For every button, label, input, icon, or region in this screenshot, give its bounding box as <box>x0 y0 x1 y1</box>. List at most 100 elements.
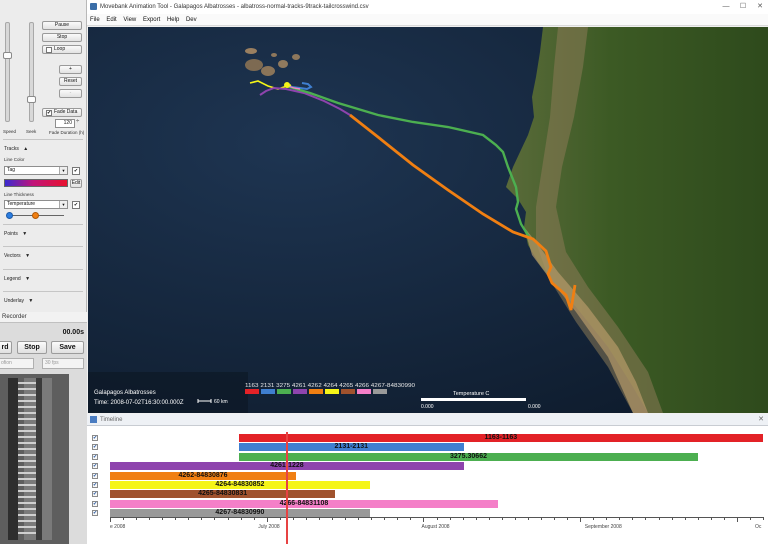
timeline-axis-label: July 2008 <box>258 524 280 530</box>
timeline-tick <box>149 517 151 520</box>
satellite-map[interactable]: Galapagos Albatrosses Time: 2008-07-02T1… <box>88 27 768 413</box>
speed-slider-track[interactable] <box>5 22 10 122</box>
legend-section-header[interactable]: Legend ▼ <box>4 276 30 282</box>
fade-data-checkbox[interactable]: ✔ <box>46 110 52 116</box>
seek-label: Seek <box>26 129 37 134</box>
menu-edit[interactable]: Edit <box>106 17 116 23</box>
loop-toggle[interactable]: Loop <box>42 45 82 54</box>
preview-tooth <box>18 478 36 480</box>
timeline-icon <box>90 415 97 423</box>
preview-tooth <box>18 508 36 510</box>
line-thickness-label: Line Thickness <box>4 192 34 197</box>
menu-view[interactable]: View <box>123 17 136 23</box>
menu-export[interactable]: Export <box>143 17 160 23</box>
edit-color-button[interactable]: Edit <box>70 179 82 188</box>
preview-tooth <box>18 430 36 432</box>
record-button[interactable]: rd <box>0 341 12 354</box>
seek-slider-thumb[interactable] <box>27 96 36 103</box>
menu-dev[interactable]: Dev <box>186 17 197 23</box>
thickness-min-handle[interactable] <box>6 212 13 219</box>
loop-checkbox[interactable] <box>46 47 52 53</box>
legend-section-label: Legend <box>4 276 21 282</box>
preview-tooth <box>18 388 36 390</box>
temperature-min: 0.000 <box>421 404 434 410</box>
preview-tooth <box>18 454 36 456</box>
line-color-label: Line Color <box>4 157 25 162</box>
maximize-button[interactable]: ☐ <box>735 0 751 14</box>
timeline-bar[interactable]: 4265-84830831 <box>110 490 336 499</box>
tracks-section-header[interactable]: Tracks ▲ <box>4 146 28 152</box>
speed-slider-thumb[interactable] <box>3 52 12 59</box>
thickness-max-handle[interactable] <box>32 212 39 219</box>
stop-button[interactable]: Stop <box>42 33 82 42</box>
menu-help[interactable]: Help <box>167 17 179 23</box>
timeline-bar[interactable]: 4262-84830876 <box>110 471 297 480</box>
timeline-bar[interactable]: 4264-84830852 <box>110 481 370 489</box>
track-visibility-checkbox[interactable]: ✔ <box>92 510 98 517</box>
main-window: Movebank Animation Tool - Galapagos Alba… <box>87 0 768 544</box>
timeline-tick <box>292 517 294 520</box>
map-view[interactable]: Galapagos Albatrosses Time: 2008-07-02T1… <box>88 27 768 413</box>
timeline-tick <box>410 517 412 520</box>
track-visibility-checkbox[interactable]: ✔ <box>92 491 98 498</box>
line-color-checkbox[interactable]: ✔ <box>72 167 80 175</box>
fade-duration-spinner[interactable]: ÷ <box>76 119 79 125</box>
recorder-save-button[interactable]: Save <box>51 341 84 354</box>
timeline-axis-label: Oc <box>755 524 762 530</box>
animation-control-panel: Speed Seek Pause Stop Loop + Reset - ✔ F… <box>0 0 87 312</box>
line-color-select[interactable]: Tag ▼ <box>4 166 68 175</box>
timeline-tick <box>188 517 190 520</box>
track-visibility-checkbox[interactable]: ✔ <box>92 472 98 479</box>
legend-swatch <box>325 389 339 394</box>
timeline-close-button[interactable]: ✕ <box>758 414 764 426</box>
timeline-bar[interactable]: 3275.30662 <box>238 452 699 461</box>
track-visibility-checkbox[interactable]: ✔ <box>92 500 98 507</box>
timeline-tick <box>540 517 542 520</box>
seek-slider-track[interactable] <box>29 22 34 122</box>
close-button[interactable]: ✕ <box>752 0 768 14</box>
preview-tooth <box>18 484 36 486</box>
fade-duration-input[interactable]: 120 <box>55 119 75 128</box>
timeline-bar[interactable]: 4266-84831108 <box>110 499 498 508</box>
collapse-arrow-icon: ▼ <box>28 298 34 304</box>
fade-data-toggle[interactable]: ✔ Fade Data <box>42 108 82 117</box>
timeline-axis-label: e 2008 <box>110 524 126 530</box>
timeline-bar[interactable]: 4267-84830990 <box>110 509 370 518</box>
current-time-marker[interactable] <box>285 432 288 544</box>
legend-swatch <box>341 389 355 394</box>
preview-tooth <box>18 436 36 438</box>
timeline-tick <box>371 517 373 520</box>
pause-button[interactable]: Pause <box>42 21 82 30</box>
zoom-out-button[interactable]: - <box>59 89 82 98</box>
reset-button[interactable]: Reset <box>59 77 82 86</box>
collapse-arrow-icon: ▼ <box>22 231 28 237</box>
timeline-tick <box>697 517 699 520</box>
preview-tooth <box>18 424 36 426</box>
track-visibility-checkbox[interactable]: ✔ <box>92 463 98 470</box>
legend-swatch <box>261 389 275 394</box>
track-visibility-checkbox[interactable]: ✔ <box>92 435 98 441</box>
minimize-button[interactable]: — <box>718 0 734 14</box>
timeline-bar[interactable]: 1163-1163 <box>238 434 763 442</box>
points-section-header[interactable]: Points ▼ <box>4 231 27 237</box>
track-visibility-checkbox[interactable]: ✔ <box>92 482 98 488</box>
underlay-section-header[interactable]: Underlay ▼ <box>4 298 33 304</box>
vectors-section-label: Vectors <box>4 253 21 259</box>
vectors-section-header[interactable]: Vectors ▼ <box>4 253 30 259</box>
zoom-in-button[interactable]: + <box>59 65 82 74</box>
track-visibility-checkbox[interactable]: ✔ <box>92 444 98 451</box>
line-thickness-checkbox[interactable]: ✔ <box>72 201 80 209</box>
timeline-bar[interactable]: 2131-2131 <box>238 443 464 452</box>
window-title: Movebank Animation Tool - Galapagos Alba… <box>100 4 369 10</box>
recorder-format-select[interactable]: ofion <box>0 358 34 369</box>
preview-tooth <box>18 526 36 528</box>
preview-tooth <box>18 412 36 414</box>
track-head-marker[interactable] <box>284 82 290 88</box>
timeline-tick <box>619 517 621 520</box>
line-thickness-select[interactable]: Temperature ▼ <box>4 200 68 209</box>
menu-file[interactable]: File <box>90 17 100 23</box>
recorder-fps-select[interactable]: 30 fps <box>42 358 84 369</box>
fade-duration-label: Fade Duration (h) <box>49 130 85 135</box>
recorder-stop-button[interactable]: Stop <box>17 341 47 354</box>
track-visibility-checkbox[interactable]: ✔ <box>92 453 98 460</box>
